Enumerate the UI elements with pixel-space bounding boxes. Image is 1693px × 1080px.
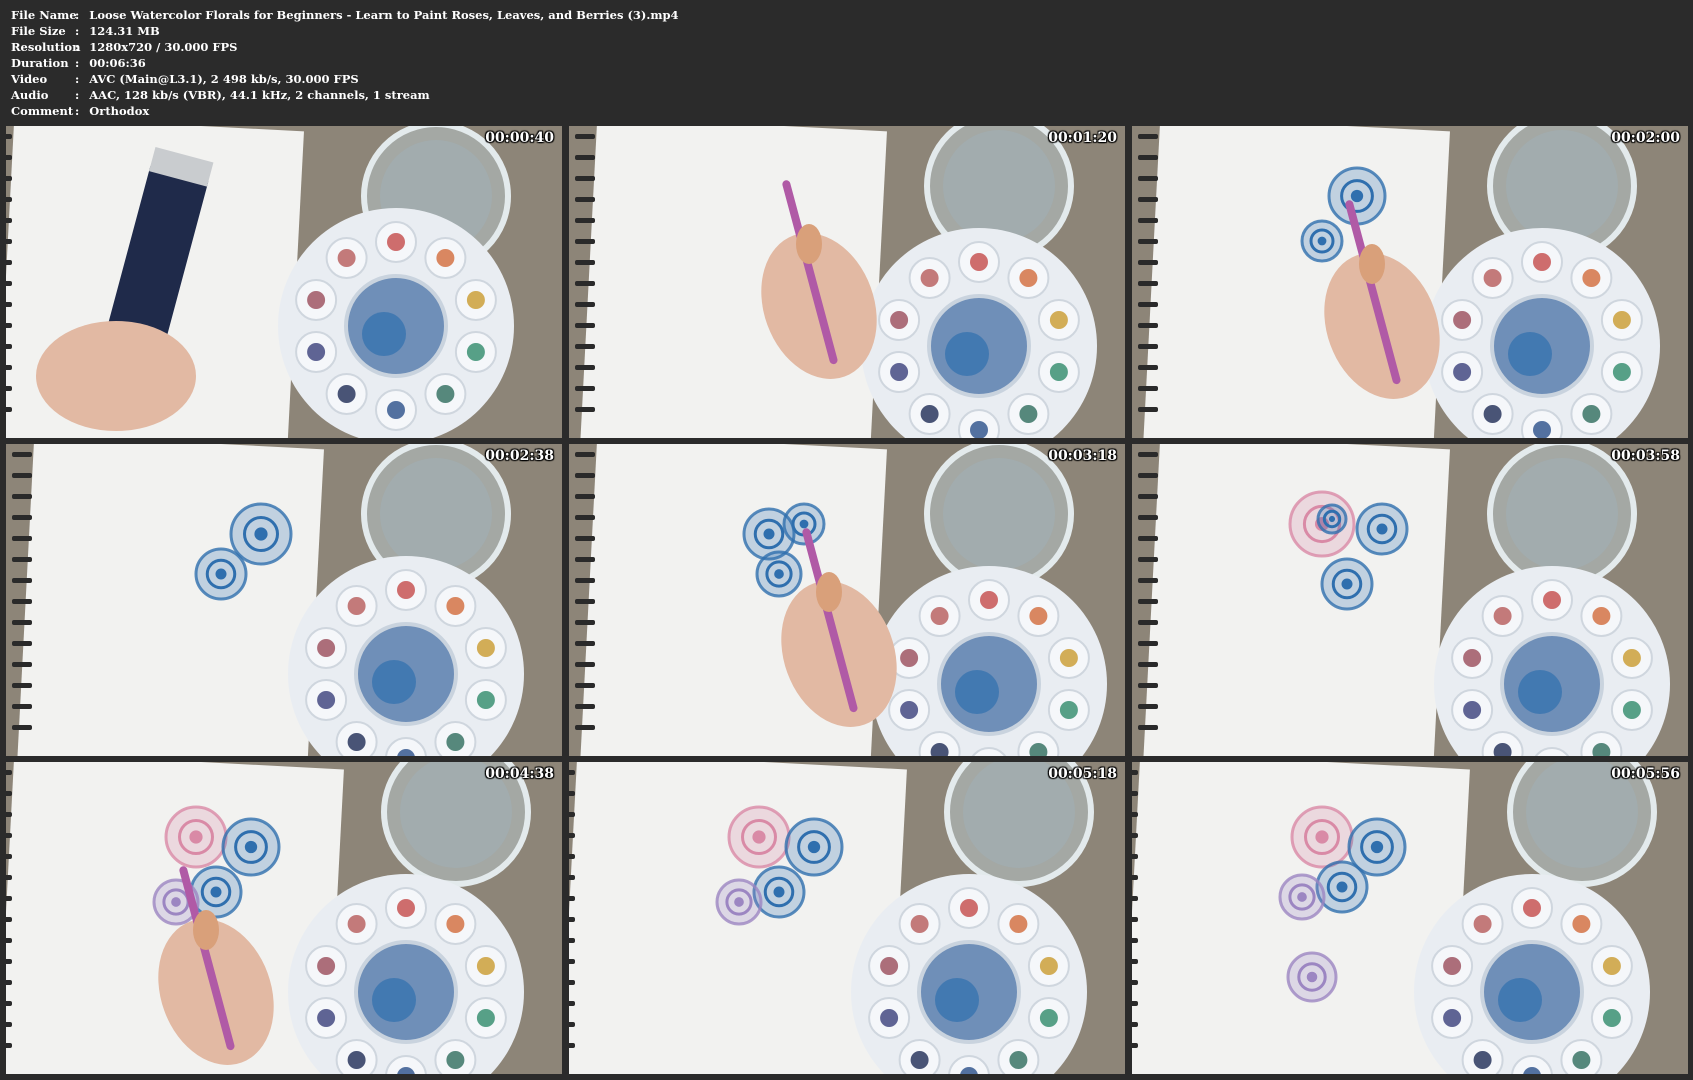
sketchbook-page [1138,444,1450,756]
thumbnail-grid: 00:00:40 00:01:20 00:02:00 00:02:38 00:0… [6,126,1688,1074]
rose-shape [784,817,844,877]
info-label: Audio [11,88,49,102]
info-separator: : [75,56,80,70]
info-value: AVC (Main@L3.1), 2 498 kb/s, 30.000 FPS [89,72,359,86]
rose-shape [1315,860,1369,914]
thumbnail-illustration [1132,126,1688,438]
paint-palette [278,208,514,438]
info-separator: : [75,8,80,22]
info-value: Orthodox [89,104,150,118]
thumbnail-illustration [6,444,562,756]
timestamp-label: 00:04:38 [485,766,554,782]
info-row-file-size: File Size : 124.31 MB [11,23,679,39]
info-separator: : [75,104,80,118]
video-thumbnail[interactable]: 00:01:20 [569,126,1125,438]
rose-shape [1355,502,1409,556]
video-thumbnail[interactable]: 00:05:18 [569,762,1125,1074]
timestamp-label: 00:02:38 [485,448,554,464]
video-thumbnail[interactable]: 00:05:56 [1132,762,1688,1074]
timestamp-label: 00:02:00 [1611,130,1680,146]
timestamp-label: 00:03:58 [1611,448,1680,464]
info-separator: : [75,72,80,86]
video-thumbnail[interactable]: 00:03:58 [1132,444,1688,756]
info-row-comment: Comment : Orthodox [11,103,679,119]
info-label: Video [11,72,48,86]
timestamp-label: 00:00:40 [485,130,554,146]
info-separator: : [75,88,80,102]
info-row-resolution: Resolution : 1280x720 / 30.000 FPS [11,39,679,55]
rose-shape [1316,503,1348,535]
rose-shape [1300,219,1344,263]
rose-shape [164,805,228,869]
info-label: Duration [11,56,69,70]
info-row-audio: Audio : AAC, 128 kb/s (VBR), 44.1 kHz, 2… [11,87,679,103]
video-thumbnail[interactable]: 00:02:38 [6,444,562,756]
info-label: File Name [11,8,77,22]
water-glass [1487,444,1637,589]
thumbnail-illustration [1132,444,1688,756]
thumbnail-illustration [6,762,562,1074]
info-value: Loose Watercolor Florals for Beginners -… [89,8,679,22]
info-separator: : [75,24,80,38]
info-row-file-name: File Name : Loose Watercolor Florals for… [11,7,679,23]
rose-shape [1290,805,1354,869]
rose-shape [715,878,763,926]
info-label: File Size [11,24,66,38]
rose-shape [194,547,248,601]
thumbnail-sheet: File Name : Loose Watercolor Florals for… [0,0,1693,1080]
rose-shape [727,805,791,869]
thumbnail-illustration [569,762,1125,1074]
timestamp-label: 00:05:18 [1048,766,1117,782]
timestamp-label: 00:03:18 [1048,448,1117,464]
info-value: AAC, 128 kb/s (VBR), 44.1 kHz, 2 channel… [89,88,430,102]
timestamp-label: 00:05:56 [1611,766,1680,782]
rose-shape [755,550,803,598]
info-row-video: Video : AVC (Main@L3.1), 2 498 kb/s, 30.… [11,71,679,87]
rose-shape [1320,557,1374,611]
video-thumbnail[interactable]: 00:04:38 [6,762,562,1074]
timestamp-label: 00:01:20 [1048,130,1117,146]
info-value: 00:06:36 [89,56,146,70]
rose-shape [752,865,806,919]
thumbnail-illustration [569,126,1125,438]
rose-shape [221,817,281,877]
rose-shape [1286,951,1338,1003]
rose-shape [189,865,243,919]
sketchbook-page [12,444,324,756]
water-glass [924,444,1074,589]
thumbnail-illustration [569,444,1125,756]
info-label: Comment [11,104,74,118]
info-separator: : [75,40,80,54]
video-thumbnail[interactable]: 00:02:00 [1132,126,1688,438]
info-value: 1280x720 / 30.000 FPS [89,40,238,54]
info-value: 124.31 MB [89,24,160,38]
media-info-panel: File Name : Loose Watercolor Florals for… [11,7,679,119]
rose-shape [229,502,293,566]
thumbnail-illustration [6,126,562,438]
video-thumbnail[interactable]: 00:00:40 [6,126,562,438]
video-thumbnail[interactable]: 00:03:18 [569,444,1125,756]
info-label: Resolution [11,40,81,54]
info-row-duration: Duration : 00:06:36 [11,55,679,71]
rose-shape [1327,166,1387,226]
rose-shape [1278,873,1326,921]
thumbnail-illustration [1132,762,1688,1074]
